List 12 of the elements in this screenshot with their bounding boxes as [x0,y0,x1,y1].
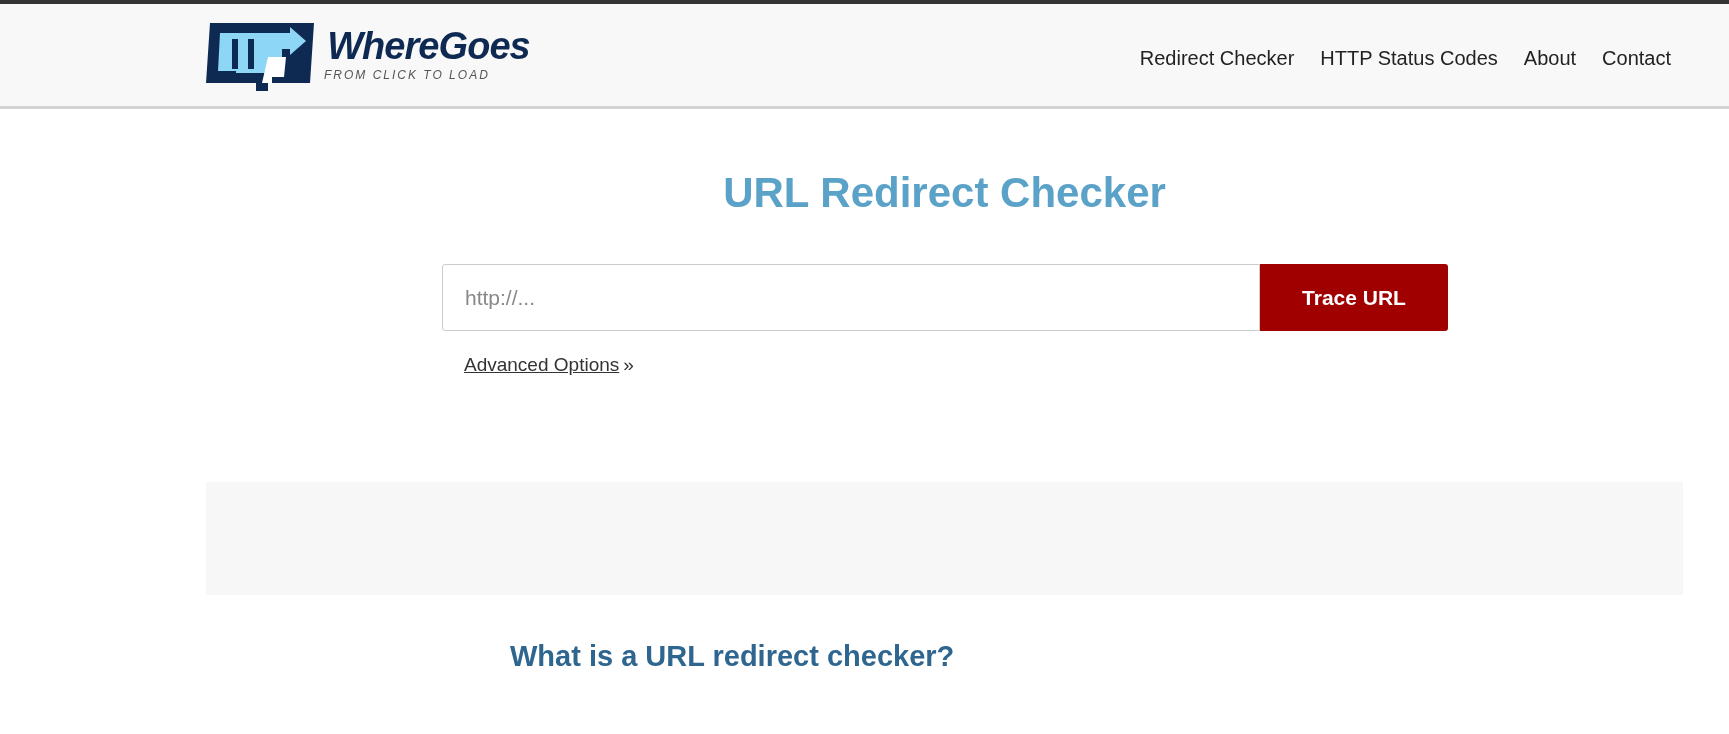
nav-link[interactable]: HTTP Status Codes [1320,43,1498,73]
logo-wordmark: WhereGoes [327,26,530,66]
chevron-text: » [623,353,634,377]
trace-url-button[interactable]: Trace URL [1260,264,1448,331]
nav-link[interactable]: Redirect Checker [1139,43,1295,73]
advanced-options-link[interactable]: Advanced Options [464,351,620,380]
page-title: URL Redirect Checker [723,168,1166,218]
nav-link[interactable]: Contact [1602,43,1671,73]
logo-tagline: FROM CLICK TO LOAD [324,67,491,84]
section-heading: What is a URL redirect checker? [510,638,956,674]
url-field[interactable]: http://... [442,264,1260,331]
nav-link[interactable]: About [1523,43,1577,73]
